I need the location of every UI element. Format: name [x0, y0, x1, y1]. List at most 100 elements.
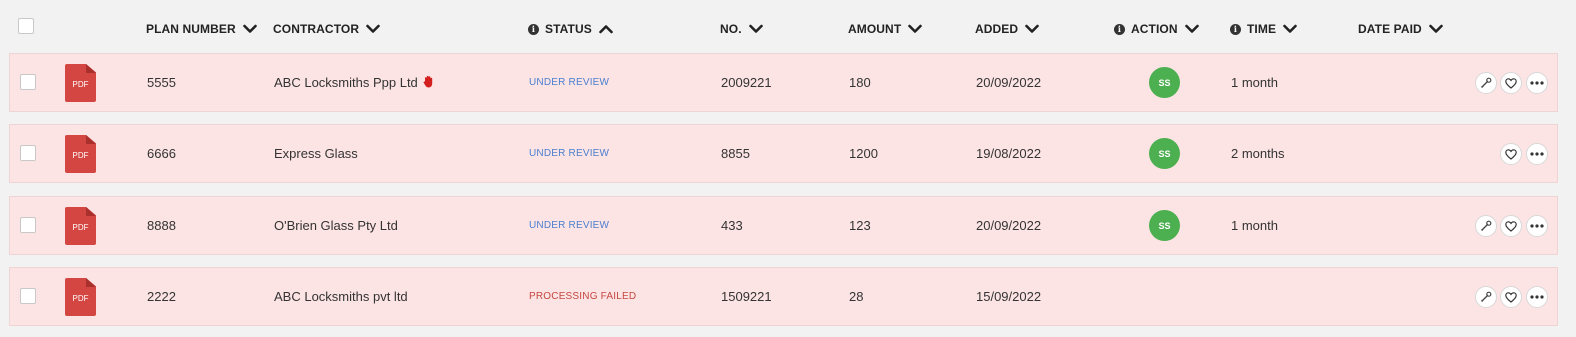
- contractor-cell-text: ABC Locksmiths pvt ltd: [274, 289, 408, 304]
- amount-cell-text: 180: [849, 75, 871, 90]
- added-date-cell: 20/09/2022: [976, 197, 1041, 254]
- plan-number-cell-text: 2222: [147, 289, 176, 304]
- chevron-down-icon[interactable]: [242, 22, 257, 36]
- table-row[interactable]: PDF 6666 Express Glass UNDER REVIEW 8855 1200…: [9, 124, 1558, 183]
- info-icon[interactable]: i: [1114, 23, 1125, 35]
- contractor-cell-text: Express Glass: [274, 146, 358, 161]
- plan-number-cell: 6666: [147, 125, 176, 182]
- wrench-icon: [1480, 77, 1492, 89]
- chevron-down-icon[interactable]: [748, 22, 763, 36]
- table-row[interactable]: PDF 8888 O'Brien Glass Pty Ltd UNDER REVIEW…: [9, 196, 1558, 255]
- status-cell: UNDER REVIEW: [529, 125, 609, 182]
- status-cell: UNDER REVIEW: [529, 197, 609, 254]
- select-all-checkbox[interactable]: [18, 18, 34, 34]
- contractor-cell-text: O'Brien Glass Pty Ltd: [274, 218, 398, 233]
- info-icon[interactable]: i: [528, 23, 539, 35]
- added-date-cell: 15/09/2022: [976, 268, 1041, 325]
- number-cell-text: 2009221: [721, 75, 772, 90]
- amount-cell: 123: [849, 197, 871, 254]
- row-select-checkbox[interactable]: [20, 288, 36, 304]
- amount-cell-text: 1200: [849, 146, 878, 161]
- action-cell: SS: [1149, 197, 1180, 254]
- avatar[interactable]: SS: [1149, 210, 1180, 241]
- more-button[interactable]: [1526, 72, 1548, 94]
- heart-button[interactable]: [1500, 215, 1522, 237]
- wrench-button[interactable]: [1475, 286, 1497, 308]
- more-button[interactable]: [1526, 286, 1548, 308]
- column-header-label: NO.: [720, 22, 742, 36]
- chevron-down-icon[interactable]: [366, 22, 380, 36]
- column-header-status[interactable]: i STATUS: [528, 20, 613, 38]
- table-row[interactable]: PDF 2222 ABC Locksmiths pvt ltd PROCESSING …: [9, 267, 1558, 326]
- added-date-cell-text: 20/09/2022: [976, 218, 1042, 233]
- column-header-label: ADDED: [975, 22, 1019, 36]
- action-cell: SS: [1149, 125, 1180, 182]
- wrench-button[interactable]: [1475, 72, 1497, 94]
- heart-button[interactable]: [1500, 286, 1522, 308]
- contractor-cell-text: ABC Locksmiths Ppp Ltd: [274, 75, 418, 90]
- avatar[interactable]: SS: [1149, 67, 1180, 98]
- column-header-date-paid[interactable]: DATE PAID: [1358, 20, 1443, 38]
- time-cell-text: 1 month: [1231, 218, 1278, 233]
- status-cell-text: UNDER REVIEW: [529, 148, 610, 159]
- row-select-checkbox[interactable]: [20, 145, 36, 161]
- heart-icon: [1505, 220, 1517, 232]
- number-cell: 2009221: [721, 54, 772, 111]
- avatar[interactable]: SS: [1149, 138, 1180, 169]
- column-header-no[interactable]: NO.: [720, 20, 763, 38]
- contractor-cell: Express Glass: [274, 125, 358, 182]
- number-cell-text: 433: [721, 218, 743, 233]
- amount-cell: 28: [849, 268, 863, 325]
- table-row[interactable]: PDF 5555 ABC Locksmiths Ppp Ltd UNDER REVIE…: [9, 53, 1558, 112]
- added-date-cell: 19/08/2022: [976, 125, 1041, 182]
- chevron-up-icon[interactable]: [599, 22, 613, 36]
- heart-icon: [1505, 77, 1517, 89]
- plan-number-cell-text: 6666: [147, 146, 176, 161]
- added-date-cell-text: 20/09/2022: [976, 75, 1042, 90]
- column-header-label: ACTION: [1131, 22, 1178, 36]
- column-header-label: AMOUNT: [848, 22, 902, 36]
- more-button[interactable]: [1526, 143, 1548, 165]
- number-cell-text: 8855: [721, 146, 750, 161]
- amount-cell-text: 123: [849, 218, 871, 233]
- chevron-down-icon[interactable]: [1184, 22, 1199, 36]
- chevron-down-icon[interactable]: [1428, 22, 1443, 36]
- status-cell-text: UNDER REVIEW: [529, 77, 610, 88]
- more-icon: [1530, 152, 1544, 156]
- number-cell: 8855: [721, 125, 750, 182]
- row-select-checkbox[interactable]: [20, 74, 36, 90]
- chevron-down-icon[interactable]: [1283, 22, 1297, 36]
- column-header-amount[interactable]: AMOUNT: [848, 20, 923, 38]
- heart-button[interactable]: [1500, 143, 1522, 165]
- amount-cell: 1200: [849, 125, 878, 182]
- column-header-label: DATE PAID: [1358, 22, 1422, 36]
- contractor-cell: O'Brien Glass Pty Ltd: [274, 197, 398, 254]
- column-header-label: TIME: [1247, 22, 1277, 36]
- plan-number-cell: 8888: [147, 197, 176, 254]
- column-header-label: CONTRACTOR: [273, 22, 360, 36]
- column-header-label: STATUS: [545, 22, 592, 36]
- row-select-checkbox[interactable]: [20, 217, 36, 233]
- column-header-added[interactable]: ADDED: [975, 20, 1039, 38]
- added-date-cell-text: 15/09/2022: [976, 289, 1042, 304]
- hand-stop-icon: [423, 75, 434, 91]
- column-header-action[interactable]: i ACTION: [1114, 20, 1199, 38]
- chevron-down-icon[interactable]: [1025, 22, 1039, 36]
- number-cell: 433: [721, 197, 743, 254]
- column-header-contractor[interactable]: CONTRACTOR: [273, 20, 380, 38]
- info-icon[interactable]: i: [1230, 23, 1241, 35]
- plan-number-cell-text: 8888: [147, 218, 176, 233]
- more-button[interactable]: [1526, 215, 1548, 237]
- time-cell: 1 month: [1231, 54, 1278, 111]
- status-cell-text: PROCESSING FAILED: [529, 291, 637, 302]
- column-header-time[interactable]: i TIME: [1230, 20, 1297, 38]
- plan-number-cell-text: 5555: [147, 75, 176, 90]
- chevron-down-icon[interactable]: [908, 22, 923, 36]
- table-header: PLAN NUMBER CONTRACTOR i STATUS NO. AMOUNT ADD…: [0, 0, 1576, 54]
- wrench-button[interactable]: [1475, 215, 1497, 237]
- heart-button[interactable]: [1500, 72, 1522, 94]
- time-cell: 2 months: [1231, 125, 1284, 182]
- status-cell: PROCESSING FAILED: [529, 268, 636, 325]
- more-icon: [1530, 81, 1544, 85]
- column-header-plan-number[interactable]: PLAN NUMBER: [146, 20, 257, 38]
